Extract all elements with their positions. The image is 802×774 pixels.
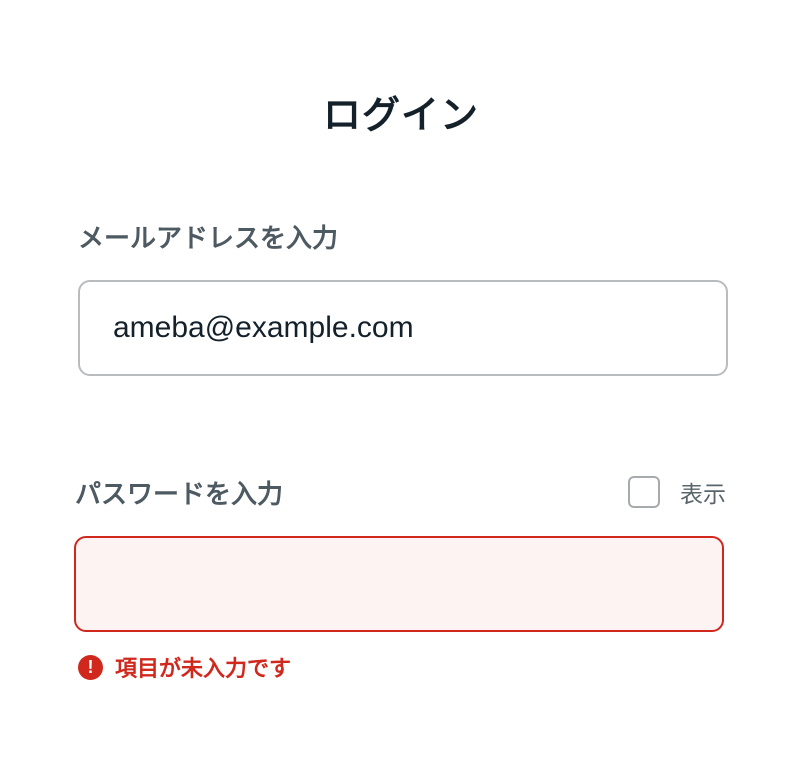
page-title: ログイン (322, 93, 479, 137)
password-error-message: ! 項目が未入力です (78, 651, 291, 683)
password-error-text: 項目が未入力です (115, 657, 292, 682)
show-password-toggle[interactable]: 表示 (628, 474, 726, 510)
show-password-checkbox[interactable] (628, 476, 660, 508)
show-password-label: 表示 (680, 482, 726, 508)
email-label: メールアドレスを入力 (78, 224, 339, 254)
password-label: パスワードを入力 (75, 480, 284, 510)
exclamation-circle-icon: ! (78, 654, 103, 680)
password-input[interactable] (74, 536, 724, 632)
email-input[interactable] (78, 280, 728, 376)
